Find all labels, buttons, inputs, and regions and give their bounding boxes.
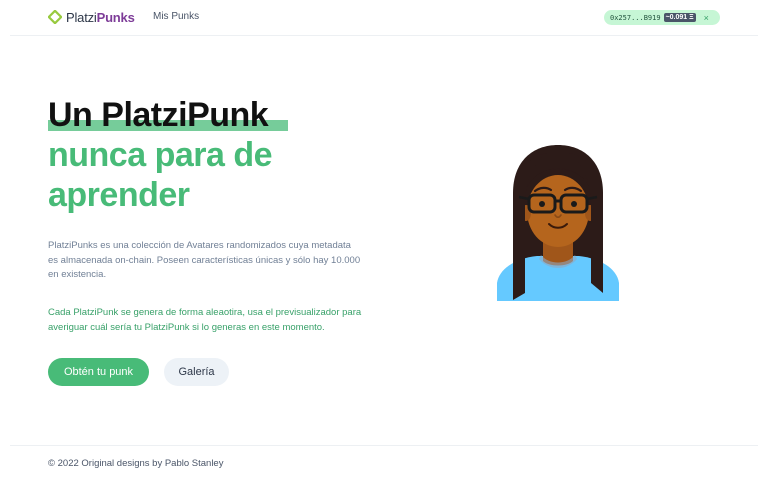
footer-divider xyxy=(10,445,758,446)
hero-title-line3: aprender xyxy=(48,176,190,214)
footer-credits: © 2022 Original designs by Pablo Stanley xyxy=(48,458,224,469)
header: PlatziPunks Mis Punks 0x257...B919 ~0.09… xyxy=(0,0,768,36)
platzi-logo-icon xyxy=(48,10,62,24)
wallet-badge[interactable]: 0x257...B919 ~0.091 Ξ × xyxy=(604,10,720,25)
logo-text-platzi: Platzi xyxy=(66,9,97,25)
logo-text: PlatziPunks xyxy=(66,10,135,25)
logo-link[interactable]: PlatziPunks xyxy=(48,9,135,25)
header-divider xyxy=(10,35,758,36)
logo-text-punks: Punks xyxy=(96,9,135,25)
wallet-address: 0x257...B919 xyxy=(610,13,661,22)
hero-description-secondary: Cada PlatziPunk se genera de forma aleao… xyxy=(48,307,362,333)
hero-description: PlatziPunks es una colección de Avatares… xyxy=(48,240,361,280)
gallery-button[interactable]: Galería xyxy=(164,358,229,386)
hero-title-line2: nunca para de xyxy=(48,136,273,174)
get-punk-button[interactable]: Obtén tu punk xyxy=(48,358,149,386)
nav-link-mis-punks[interactable]: Mis Punks xyxy=(153,11,199,22)
punk-avatar-image xyxy=(497,145,619,301)
wallet-balance: ~0.091 Ξ xyxy=(663,13,696,22)
close-icon[interactable]: × xyxy=(704,13,709,23)
hero-title-line1: Un PlatziPunk xyxy=(48,96,269,134)
